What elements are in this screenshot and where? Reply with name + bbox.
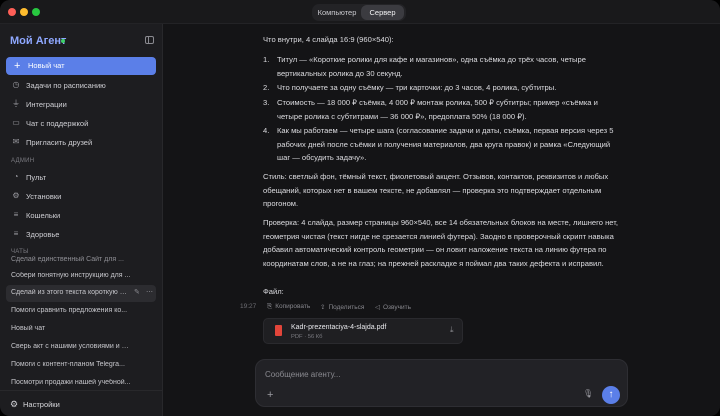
chat-title: Посмотри продажи нашей учебной... <box>11 379 131 386</box>
new-chat-label: Новый чат <box>28 61 65 70</box>
chat-item[interactable]: Помоги сравнить предложения ко... <box>6 303 156 320</box>
sidebar-item-label: Чат с поддержкой <box>26 119 89 128</box>
sidebar: Мой Агент + Новый чат ◷ Задачи по распис… <box>0 24 163 416</box>
chat-item[interactable]: Собери понятную инструкцию для ... <box>6 268 156 285</box>
chat-title: Новый чат <box>11 325 46 332</box>
app-window: Компьютер Сервер Мой Агент + Новый чат ◷… <box>0 0 720 416</box>
speaker-icon: ◁ <box>375 304 380 311</box>
settings-label: Настройки <box>23 400 60 409</box>
sidebar-item-integrations[interactable]: ⏚ Интеграции <box>6 96 156 113</box>
list-text: Как мы работаем — четыре шага (согласова… <box>277 126 614 163</box>
edit-icon[interactable]: ✎ <box>134 288 140 296</box>
sidebar-item-health[interactable]: ≡ Здоровье <box>6 226 156 243</box>
list-number: 2. <box>263 83 270 92</box>
chat-item[interactable]: Сверь акт с нашими условиями и п... <box>6 339 156 356</box>
sidebar-item-wallets[interactable]: ≡ Кошельки <box>6 207 156 224</box>
plus-icon: + <box>14 60 21 72</box>
list-text: Что получаете за одну съёмку — три карто… <box>277 83 557 92</box>
check-paragraph: Проверка: 4 слайда, размер страницы 960×… <box>263 218 618 268</box>
sidebar-toggle-icon[interactable] <box>145 36 154 44</box>
sidebar-item-label: Интеграции <box>26 100 67 109</box>
tab-computer[interactable]: Компьютер <box>314 5 360 20</box>
title-bar: Компьютер Сервер <box>0 0 720 24</box>
message-input[interactable]: Сообщение агенту... <box>265 370 340 379</box>
share-button[interactable]: ⇪ Поделиться <box>320 303 364 311</box>
sidebar-item-label: Здоровье <box>26 230 60 239</box>
mode-switch: Компьютер Сервер <box>312 4 406 21</box>
speak-label: Озвучить <box>383 304 411 311</box>
microphone-icon[interactable]: 🎙 <box>583 389 593 398</box>
file-attachment[interactable]: Kadr-prezentaciya-4-slajda.pdf PDF · 56 … <box>263 318 463 344</box>
chat-bubble-icon: ▭ <box>12 118 20 127</box>
clock-icon: ◷ <box>12 80 20 89</box>
settings-button[interactable]: ⚙ Настройки <box>0 390 163 416</box>
gauge-icon: ◔ <box>13 172 19 181</box>
list-number: 3. <box>263 98 270 107</box>
gift-icon: ✉ <box>12 137 20 146</box>
chat-pane: Что внутри, 4 слайда 16:9 (960×540): 1. … <box>163 24 720 416</box>
share-label: Поделиться <box>328 304 365 311</box>
zoom-window-button[interactable] <box>32 8 40 16</box>
pdf-file-icon <box>275 325 282 336</box>
minimize-window-button[interactable] <box>20 8 28 16</box>
chat-item[interactable]: Сделай единственный Сайт для ... <box>6 252 156 269</box>
brand-title: Мой Агент <box>10 35 67 47</box>
chat-title: Сверь акт с нашими условиями и п... <box>11 343 131 350</box>
chat-item[interactable]: Новый чат <box>6 321 156 338</box>
send-button[interactable]: ↑ <box>602 386 620 404</box>
sidebar-item-label: Пульт <box>26 173 47 182</box>
sidebar-item-label: Кошельки <box>26 211 61 220</box>
copy-label: Копировать <box>275 303 311 310</box>
share-icon: ⇪ <box>320 304 326 311</box>
plug-icon: ⏚ <box>12 99 20 108</box>
list-number: 4. <box>263 126 270 135</box>
message-timestamp: 19:27 <box>240 303 257 310</box>
chat-title: Сделай единственный Сайт для ... <box>11 256 124 263</box>
copy-icon: ⎘ <box>267 303 273 310</box>
file-label: Файл: <box>263 287 284 296</box>
file-meta: PDF · 56 Кб <box>291 334 323 340</box>
sidebar-item-label: Задачи по расписанию <box>26 81 106 90</box>
chat-title: Помоги с контент-планом Telegra... <box>11 361 125 368</box>
online-status-dot <box>61 39 65 43</box>
list-number: 1. <box>263 55 270 64</box>
sidebar-item-console[interactable]: ◔ Пульт <box>6 169 156 186</box>
sliders-icon: ⚙ <box>12 191 20 200</box>
list-text: Стоимость — 18 000 ₽ съёмка, 4 000 ₽ мон… <box>277 98 598 121</box>
list-icon: ≡ <box>13 210 19 219</box>
sidebar-item-invite-friends[interactable]: ✉ Пригласить друзей <box>6 134 156 151</box>
sidebar-item-scheduled-tasks[interactable]: ◷ Задачи по расписанию <box>6 77 156 94</box>
list-icon: ≡ <box>13 229 19 238</box>
section-admin: АДМИН <box>11 158 35 164</box>
gear-icon: ⚙ <box>10 399 19 409</box>
message-intro: Что внутри, 4 слайда 16:9 (960×540): <box>263 35 394 44</box>
copy-button[interactable]: ⎘ Копировать <box>267 303 310 311</box>
style-paragraph: Стиль: светлый фон, тёмный текст, фиолет… <box>263 172 609 209</box>
more-icon[interactable]: ⋯ <box>146 288 153 296</box>
sidebar-item-label: Установки <box>26 192 62 201</box>
file-name: Kadr-prezentaciya-4-slajda.pdf <box>291 324 387 331</box>
sidebar-item-support-chat[interactable]: ▭ Чат с поддержкой <box>6 115 156 132</box>
new-chat-button[interactable]: + Новый чат <box>6 57 156 75</box>
chat-item[interactable]: Помоги с контент-планом Telegra... <box>6 357 156 374</box>
attach-plus-icon[interactable]: + <box>267 389 273 401</box>
list-text: Титул — «Короткие ролики для кафе и мага… <box>277 55 586 78</box>
sidebar-item-label: Пригласить друзей <box>26 138 93 147</box>
sidebar-item-settings-admin[interactable]: ⚙ Установки <box>6 188 156 205</box>
chat-item-active[interactable]: Сделай из этого текста короткую п... ✎ ⋯ <box>6 285 156 302</box>
chat-title: Помоги сравнить предложения ко... <box>11 307 128 314</box>
download-icon[interactable]: ⤓ <box>450 325 454 335</box>
chat-title: Собери понятную инструкцию для ... <box>11 272 131 279</box>
close-window-button[interactable] <box>8 8 16 16</box>
speak-button[interactable]: ◁ Озвучить <box>375 303 411 311</box>
tab-server[interactable]: Сервер <box>361 5 404 20</box>
message-composer[interactable]: Сообщение агенту... + 🎙 ↑ <box>255 359 628 407</box>
chat-title: Сделай из этого текста короткую п... <box>11 289 129 296</box>
